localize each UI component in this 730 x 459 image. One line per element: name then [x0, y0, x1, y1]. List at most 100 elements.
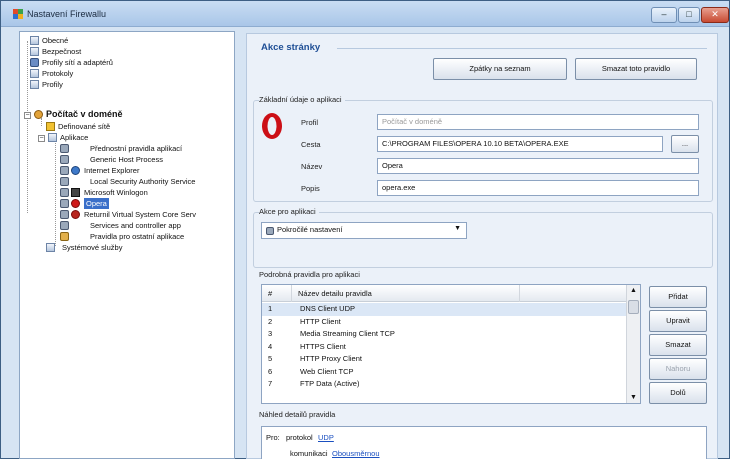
collapse-toggle[interactable]: −: [24, 112, 31, 119]
opera-icon: [71, 199, 80, 208]
preview-comm-label: komunikaci: [290, 449, 328, 458]
row-name: HTTPS Client: [300, 341, 346, 351]
delete-detail-button[interactable]: Smazat: [649, 334, 707, 356]
app-action-selected: Pokročilé nastavení: [277, 225, 343, 234]
gear-icon: [60, 199, 69, 208]
gear-icon: [60, 166, 69, 175]
warning-icon: [46, 122, 55, 131]
tree-item-label: Pravidla pro ostatní aplikace: [90, 232, 185, 241]
tree-item-label: Aplikace: [60, 133, 89, 142]
preview-for-label: Pro:: [266, 433, 280, 442]
minimize-button[interactable]: –: [651, 7, 677, 23]
profile-field: Počítač v doméně: [377, 114, 699, 130]
gear-icon: [60, 155, 69, 164]
preview-legend: Náhled detailů pravidla: [259, 410, 339, 419]
table-row[interactable]: 7 FTP Data (Active): [262, 378, 628, 391]
edit-rule-button[interactable]: Upravit: [649, 310, 707, 332]
internet-explorer-icon: [71, 166, 80, 175]
table-row[interactable]: 2 HTTP Client: [262, 316, 628, 329]
rules-legend: Podrobná pravidla pro aplikaci: [259, 270, 363, 279]
path-field[interactable]: C:\PROGRAM FILES\OPERA 10.10 BETA\OPERA.…: [377, 136, 663, 152]
name-label: Název: [301, 162, 323, 171]
name-field[interactable]: Opera: [377, 158, 699, 174]
row-name: HTTP Proxy Client: [300, 354, 362, 363]
tree-item-label: Definované sítě: [58, 122, 111, 131]
back-to-list-button[interactable]: Zpátky na seznam: [433, 58, 567, 80]
document-icon: [46, 243, 55, 252]
move-down-button[interactable]: Dolů: [649, 382, 707, 404]
tree-item-label: Systémové služby: [62, 243, 123, 252]
row-name: FTP Data (Active): [300, 379, 360, 388]
tree-item-label: Počítač v doméně: [46, 109, 123, 119]
column-header-name[interactable]: Název detailu pravidla: [292, 285, 520, 302]
tree-item-label: Profily sítí a adaptérů: [42, 58, 113, 67]
gear-icon: [60, 177, 69, 186]
tree-item-label: Generic Host Process: [90, 155, 163, 164]
tree-connector: [55, 140, 56, 246]
app-icon: [13, 9, 23, 19]
row-name: Media Streaming Client TCP: [300, 329, 395, 338]
tree-connector: [41, 118, 42, 126]
tree-connector: [27, 41, 28, 213]
move-up-button[interactable]: Nahoru: [649, 358, 707, 380]
tree-item-label: Opera: [84, 198, 109, 209]
browse-button[interactable]: ...: [671, 135, 699, 153]
table-row[interactable]: 1 DNS Client UDP: [262, 303, 628, 316]
description-field[interactable]: opera.exe: [377, 180, 699, 196]
tree-item-label: Obecné: [42, 36, 69, 45]
tree-item-label: Přednostní pravidla aplikací: [90, 144, 183, 153]
document-icon: [30, 36, 39, 45]
row-name: HTTP Client: [300, 316, 341, 326]
basic-info-legend: Základní údaje o aplikaci: [259, 95, 345, 104]
gear-icon: [60, 188, 69, 197]
close-button[interactable]: ✕: [701, 7, 729, 23]
tree-item-label: Returnil Virtual System Core Serv: [84, 210, 196, 219]
column-header-empty: [520, 285, 628, 302]
table-row[interactable]: 6 Web Client TCP: [262, 366, 628, 379]
returnil-icon: [71, 210, 80, 219]
direction-link[interactable]: Obousměrnou: [332, 449, 380, 458]
add-rule-button[interactable]: Přidat: [649, 286, 707, 308]
delete-rule-button[interactable]: Smazat toto pravidlo: [575, 58, 697, 80]
row-name: DNS Client UDP: [300, 304, 356, 313]
protocol-link[interactable]: UDP: [318, 433, 334, 442]
page-title: Akce stránky: [261, 42, 321, 53]
row-number: 2: [268, 316, 273, 326]
settings-tree: Obecné Bezpečnost Profily sítí a adaptér…: [19, 31, 235, 459]
document-icon: [30, 69, 39, 78]
title-divider: [337, 48, 707, 49]
collapse-toggle[interactable]: −: [38, 135, 45, 142]
table-row[interactable]: 5 HTTP Proxy Client: [262, 353, 628, 366]
table-row[interactable]: 3 Media Streaming Client TCP: [262, 328, 628, 341]
tree-item-label: Protokoly: [42, 69, 74, 78]
row-number: 7: [268, 379, 273, 388]
rules-table-header: # Název detailu pravidla: [262, 285, 628, 302]
winlogon-icon: [71, 188, 80, 197]
tree-item-label: Bezpečnost: [42, 47, 82, 56]
scroll-down-icon[interactable]: ▼: [630, 394, 637, 401]
network-icon: [30, 58, 39, 67]
description-label: Popis: [301, 184, 320, 193]
tree-item-label: Internet Explorer: [84, 166, 140, 175]
row-number: 4: [268, 341, 273, 351]
tree-item-label: Profily: [42, 80, 63, 89]
app-action-group: [253, 212, 713, 268]
scroll-thumb[interactable]: [628, 300, 639, 314]
firewall-settings-window: Nastavení Firewallu – □ ✕ Obecné Bezpečn…: [0, 0, 730, 459]
user-icon: [34, 110, 43, 119]
maximize-button[interactable]: □: [678, 7, 700, 23]
gear-icon: [60, 144, 69, 153]
app-action-select[interactable]: Pokročilé nastavení ▼: [261, 222, 467, 239]
tree-item-label: Services and controller app: [90, 221, 181, 230]
rules-scrollbar[interactable]: ▲ ▼: [626, 285, 640, 403]
row-name: Web Client TCP: [300, 366, 354, 376]
document-icon: [30, 47, 39, 56]
app-action-legend: Akce pro aplikaci: [259, 207, 319, 216]
scroll-up-icon[interactable]: ▲: [630, 287, 637, 294]
row-number: 1: [268, 304, 273, 313]
gear-icon: [60, 232, 69, 241]
preview-protocol-label: protokol: [286, 433, 313, 442]
table-row[interactable]: 4 HTTPS Client: [262, 341, 628, 354]
tree-item-label: Local Security Authority Service: [90, 177, 196, 186]
column-header-number[interactable]: #: [262, 285, 292, 302]
